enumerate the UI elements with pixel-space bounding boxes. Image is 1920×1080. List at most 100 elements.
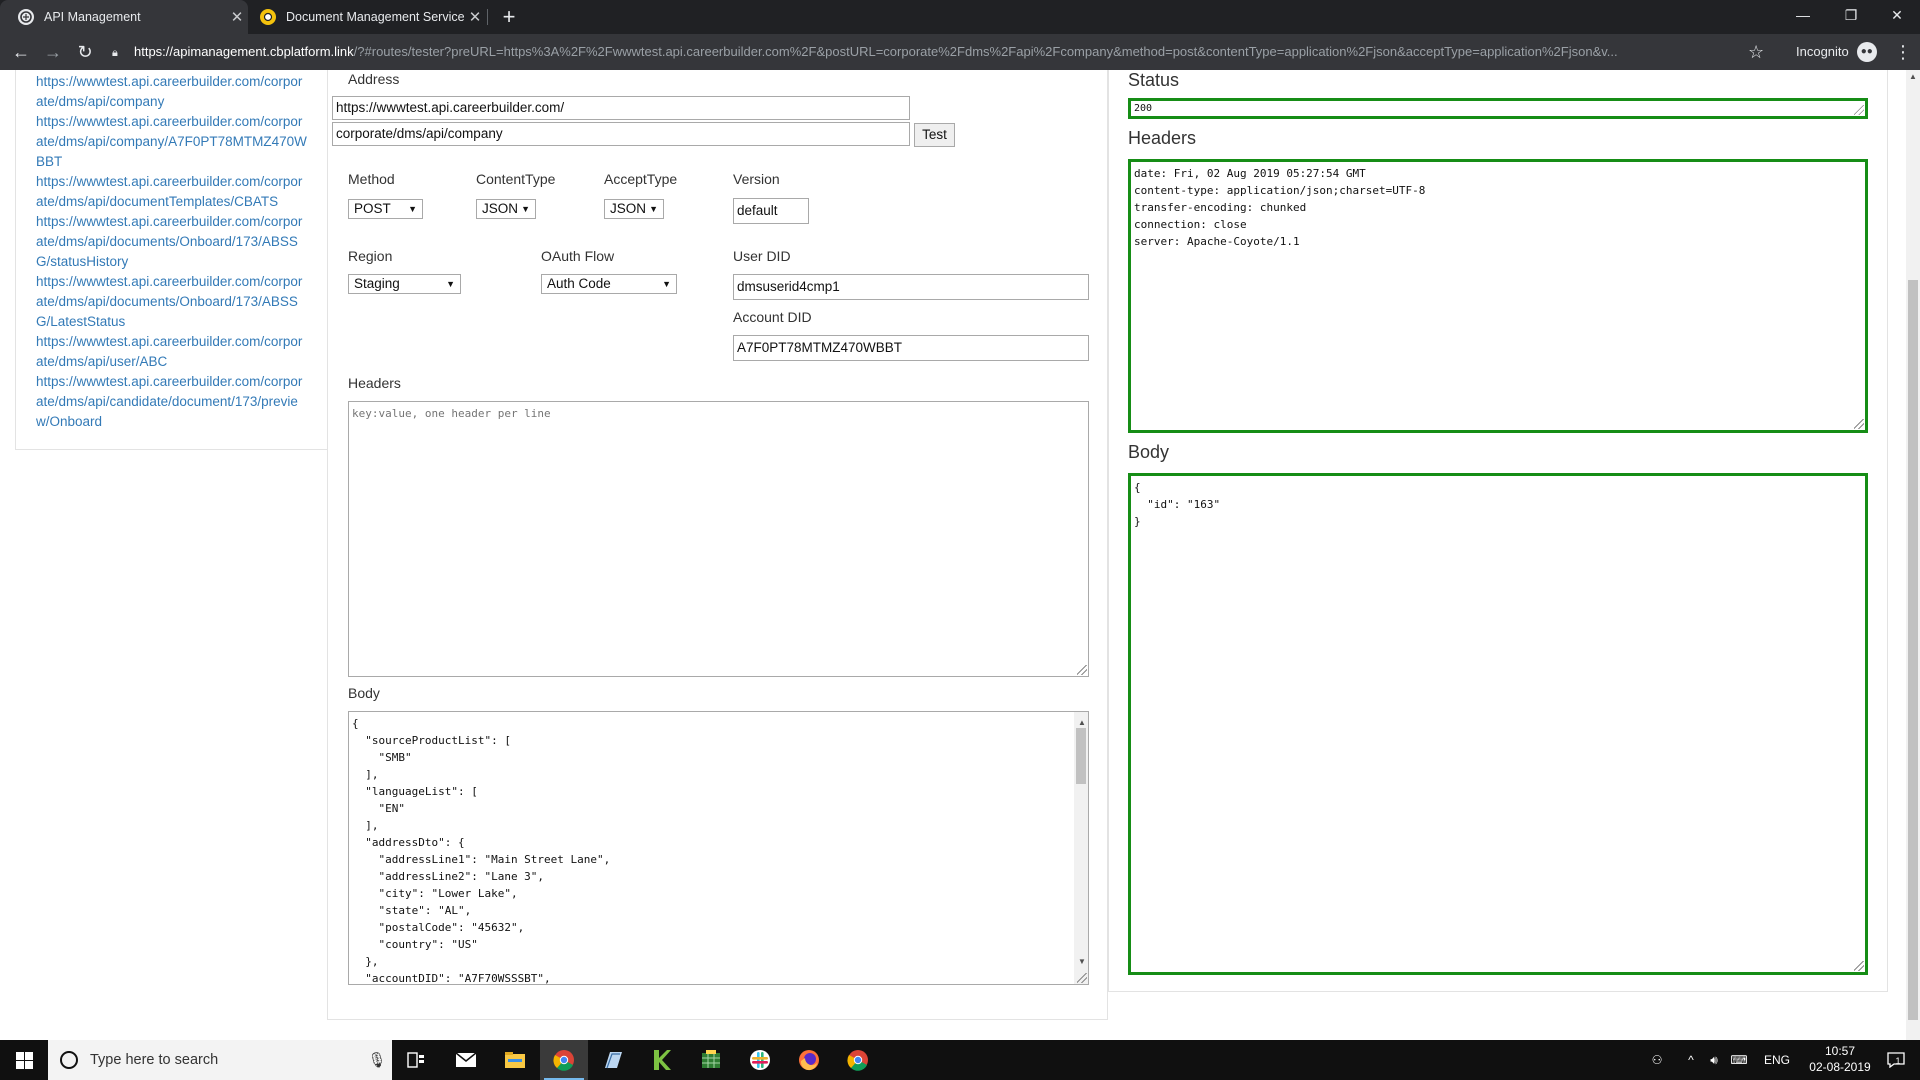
accept-type-select[interactable]: JSON ▼ xyxy=(604,199,664,219)
region-label: Region xyxy=(348,248,393,264)
chrome-second-window-icon[interactable] xyxy=(834,1040,882,1080)
user-did-label: User DID xyxy=(733,248,791,264)
address-bar[interactable]: 🔒︎ https://apimanagement.cbplatform.link/… xyxy=(112,39,1772,65)
user-did-input[interactable]: dmsuserid4cmp1 xyxy=(733,274,1089,300)
chrome-icon[interactable] xyxy=(540,1040,588,1080)
keyboard-icon[interactable]: ⌨ xyxy=(1727,1040,1751,1080)
chevron-up-icon[interactable]: ^ xyxy=(1680,1040,1702,1080)
accept-type-value: JSON xyxy=(610,201,647,216)
content-type-select[interactable]: JSON ▼ xyxy=(476,199,536,219)
route-link[interactable]: https://wwwtest.api.careerbuilder.com/co… xyxy=(36,272,307,332)
resize-grip-icon[interactable] xyxy=(1854,105,1864,115)
accept-type-label: AcceptType xyxy=(604,171,678,187)
chevron-down-icon: ▼ xyxy=(408,204,417,214)
minimize-icon[interactable]: — xyxy=(1780,0,1826,30)
scrollbar-thumb[interactable] xyxy=(1908,280,1918,1020)
response-body-label: Body xyxy=(1128,442,1170,462)
scroll-up-icon[interactable]: ▲ xyxy=(1909,72,1917,81)
restore-icon[interactable]: ❐ xyxy=(1828,0,1874,30)
people-icon[interactable]: ⚇ xyxy=(1640,1040,1674,1080)
resize-grip-icon[interactable] xyxy=(1077,665,1087,675)
resize-grip-icon[interactable] xyxy=(1854,419,1864,429)
forward-arrow-icon[interactable]: → xyxy=(41,40,65,64)
oauth-flow-label: OAuth Flow xyxy=(541,248,615,264)
scroll-down-icon[interactable]: ▼ xyxy=(1078,953,1086,970)
notes-app-icon[interactable] xyxy=(589,1040,637,1080)
route-link[interactable]: https://wwwtest.api.careerbuilder.com/co… xyxy=(36,332,307,372)
reload-icon[interactable]: ↻ xyxy=(73,40,97,64)
tab-api-management[interactable]: API Management ✕ xyxy=(0,0,248,34)
tab-title: API Management xyxy=(44,10,141,24)
routes-list: https://wwwtest.api.careerbuilder.com/co… xyxy=(15,70,328,450)
kebab-menu-icon[interactable]: ⋮ xyxy=(1894,40,1912,64)
tab-separator xyxy=(487,9,488,25)
action-center-icon[interactable]: 1 xyxy=(1876,1040,1912,1080)
document-favicon xyxy=(260,9,276,25)
route-link[interactable]: https://wwwtest.api.careerbuilder.com/co… xyxy=(36,72,307,112)
task-view-icon[interactable] xyxy=(392,1040,440,1080)
version-input[interactable]: default xyxy=(733,198,809,224)
page-scrollbar[interactable]: ▲ xyxy=(1906,70,1920,1040)
region-select[interactable]: Staging ▼ xyxy=(348,274,461,294)
tab-title: Document Management Service xyxy=(286,10,464,24)
method-select[interactable]: POST ▼ xyxy=(348,199,423,219)
browser-toolbar: ← → ↻ 🔒︎ https://apimanagement.cbplatform… xyxy=(0,34,1920,70)
microphone-icon[interactable]: 🎙︎ xyxy=(362,1051,392,1069)
request-body-textarea[interactable]: { "sourceProductList": [ "SMB" ], "langu… xyxy=(348,711,1089,985)
volume-icon[interactable]: 🔊︎ xyxy=(1703,1040,1725,1080)
method-value: POST xyxy=(354,201,391,216)
pre-url-input[interactable]: https://wwwtest.api.careerbuilder.com/ xyxy=(332,96,910,120)
status-textarea[interactable]: 200 xyxy=(1128,98,1868,119)
notification-count: 1 xyxy=(1895,1056,1901,1066)
chevron-down-icon: ▼ xyxy=(521,204,530,214)
page-content: https://wwwtest.api.careerbuilder.com/co… xyxy=(0,70,1906,1040)
tab-document-management-service[interactable]: Document Management Service ✕ xyxy=(252,0,486,34)
taskbar-search-box[interactable]: Type here to search 🎙︎ xyxy=(48,1040,392,1080)
response-headers-textarea[interactable]: date: Fri, 02 Aug 2019 05:27:54 GMT cont… xyxy=(1128,159,1868,433)
kotlin-app-icon[interactable] xyxy=(638,1040,686,1080)
language-indicator[interactable]: ENG xyxy=(1762,1040,1792,1080)
route-link[interactable]: https://wwwtest.api.careerbuilder.com/co… xyxy=(36,172,307,212)
browser-tab-strip: API Management ✕ Document Management Ser… xyxy=(0,0,1920,34)
close-icon[interactable]: ✕ xyxy=(464,8,486,26)
oauth-flow-value: Auth Code xyxy=(547,276,611,291)
incognito-icon: ●● xyxy=(1856,42,1877,62)
account-did-label: Account DID xyxy=(733,309,812,325)
account-did-input[interactable]: A7F0PT78MTMZ470WBBT xyxy=(733,335,1089,361)
lock-icon: 🔒︎ xyxy=(112,47,118,59)
slack-icon[interactable] xyxy=(736,1040,784,1080)
new-tab-plus-icon[interactable]: + xyxy=(496,4,522,30)
chevron-down-icon: ▼ xyxy=(446,279,455,289)
request-headers-label: Headers xyxy=(348,375,401,391)
oauth-flow-select[interactable]: Auth Code ▼ xyxy=(541,274,677,294)
request-headers-textarea[interactable]: key:value, one header per line xyxy=(348,401,1089,677)
test-button[interactable]: Test xyxy=(914,123,955,147)
request-body-text: { "sourceProductList": [ "SMB" ], "langu… xyxy=(352,717,611,985)
window-close-icon[interactable]: ✕ xyxy=(1874,0,1920,30)
scrollbar-thumb[interactable] xyxy=(1076,728,1086,784)
windows-taskbar: Type here to search 🎙︎ ⚇ ^ 🔊︎ ⌨ ENG 10:5… xyxy=(0,1040,1920,1080)
resize-grip-icon[interactable] xyxy=(1077,973,1087,983)
mail-icon[interactable] xyxy=(442,1040,490,1080)
taskbar-clock[interactable]: 10:57 02-08-2019 xyxy=(1800,1043,1880,1075)
region-value: Staging xyxy=(354,276,400,291)
response-headers-text: date: Fri, 02 Aug 2019 05:27:54 GMT cont… xyxy=(1134,167,1426,248)
firefox-icon[interactable] xyxy=(785,1040,833,1080)
close-icon[interactable]: ✕ xyxy=(226,8,248,26)
resize-grip-icon[interactable] xyxy=(1854,961,1864,971)
back-arrow-icon[interactable]: ← xyxy=(9,40,33,64)
windows-start-icon[interactable] xyxy=(0,1040,48,1080)
response-body-textarea[interactable]: { "id": "163" } xyxy=(1128,473,1868,975)
taskbar-search-placeholder: Type here to search xyxy=(90,1052,219,1068)
textarea-scrollbar[interactable]: ▲ ▼ xyxy=(1074,712,1088,984)
file-explorer-icon[interactable] xyxy=(491,1040,539,1080)
spreadsheet-app-icon[interactable] xyxy=(687,1040,735,1080)
status-value: 200 xyxy=(1134,103,1153,114)
chevron-down-icon: ▼ xyxy=(662,279,671,289)
route-link[interactable]: https://wwwtest.api.careerbuilder.com/co… xyxy=(36,212,307,272)
post-url-input[interactable]: corporate/dms/api/company xyxy=(332,122,910,146)
bookmark-star-icon[interactable]: ☆ xyxy=(1748,40,1764,64)
incognito-indicator[interactable]: Incognito ●● xyxy=(1796,40,1877,64)
route-link[interactable]: https://wwwtest.api.careerbuilder.com/co… xyxy=(36,112,307,172)
route-link[interactable]: https://wwwtest.api.careerbuilder.com/co… xyxy=(36,372,307,432)
